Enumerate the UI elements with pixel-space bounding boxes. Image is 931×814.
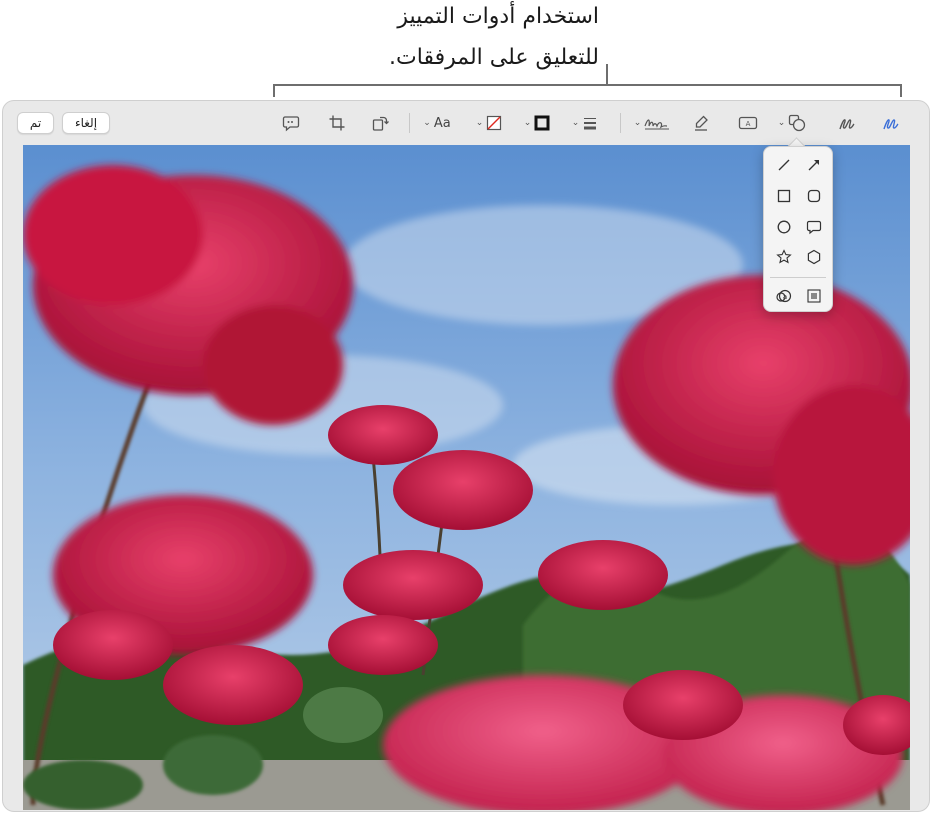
rotate-icon[interactable]	[370, 113, 390, 133]
chevron-down-icon: ⌄	[475, 118, 484, 128]
draw-icon[interactable]	[881, 113, 901, 133]
line-style-menu[interactable]: ⌄	[569, 113, 601, 133]
svg-text:a: a	[783, 293, 787, 301]
popover-divider	[770, 277, 826, 278]
callout: استخدام أدوات التمييز للتعليق على المرفق…	[0, 0, 931, 100]
line-icon[interactable]	[772, 153, 796, 177]
speech-bubble-icon[interactable]	[802, 215, 826, 239]
fill-color-menu[interactable]: ⌄	[473, 113, 505, 133]
square-icon[interactable]	[772, 184, 796, 208]
svg-text:A: A	[746, 120, 751, 128]
text-style-label: Aa	[433, 115, 451, 131]
shapes-popover: a	[763, 146, 833, 312]
shapes-menu[interactable]: ⌄	[775, 113, 809, 133]
chevron-down-icon: ⌄	[571, 118, 580, 128]
chevron-down-icon: ⌄	[777, 118, 786, 128]
callout-line-1: استخدام أدوات التمييز	[397, 4, 599, 29]
star-icon[interactable]	[772, 245, 796, 269]
callout-bracket	[273, 84, 902, 97]
markup-toolbar: تم إلغاء ⌄ Aa ⌄ ⌄ ⌄ ⌄ A ⌄	[3, 101, 929, 145]
text-style-menu[interactable]: ⌄ Aa	[419, 113, 455, 133]
rounded-square-icon[interactable]	[802, 184, 826, 208]
hexagon-icon[interactable]	[802, 245, 826, 269]
highlight-icon[interactable]	[691, 113, 711, 133]
chevron-down-icon: ⌄	[423, 118, 431, 128]
sketch-icon[interactable]	[837, 113, 857, 133]
circle-icon[interactable]	[772, 215, 796, 239]
crop-icon[interactable]	[327, 113, 347, 133]
signature-menu[interactable]: ⌄	[631, 113, 673, 133]
chevron-down-icon: ⌄	[633, 118, 642, 128]
toolbar-separator	[409, 113, 410, 133]
callout-pointer	[606, 64, 608, 85]
callout-line-2: للتعليق على المرفقات.	[389, 45, 599, 70]
chevron-down-icon: ⌄	[523, 118, 532, 128]
text-box-icon[interactable]: A	[737, 113, 759, 133]
cancel-button[interactable]: إلغاء	[62, 112, 110, 134]
done-button[interactable]: تم	[17, 112, 54, 134]
arrow-icon[interactable]	[802, 153, 826, 177]
add-description-icon[interactable]	[281, 113, 301, 133]
highlight-icon[interactable]	[802, 284, 826, 308]
border-color-menu[interactable]: ⌄	[521, 113, 553, 133]
magnifier-icon[interactable]: a	[772, 284, 796, 308]
toolbar-separator	[620, 113, 621, 133]
